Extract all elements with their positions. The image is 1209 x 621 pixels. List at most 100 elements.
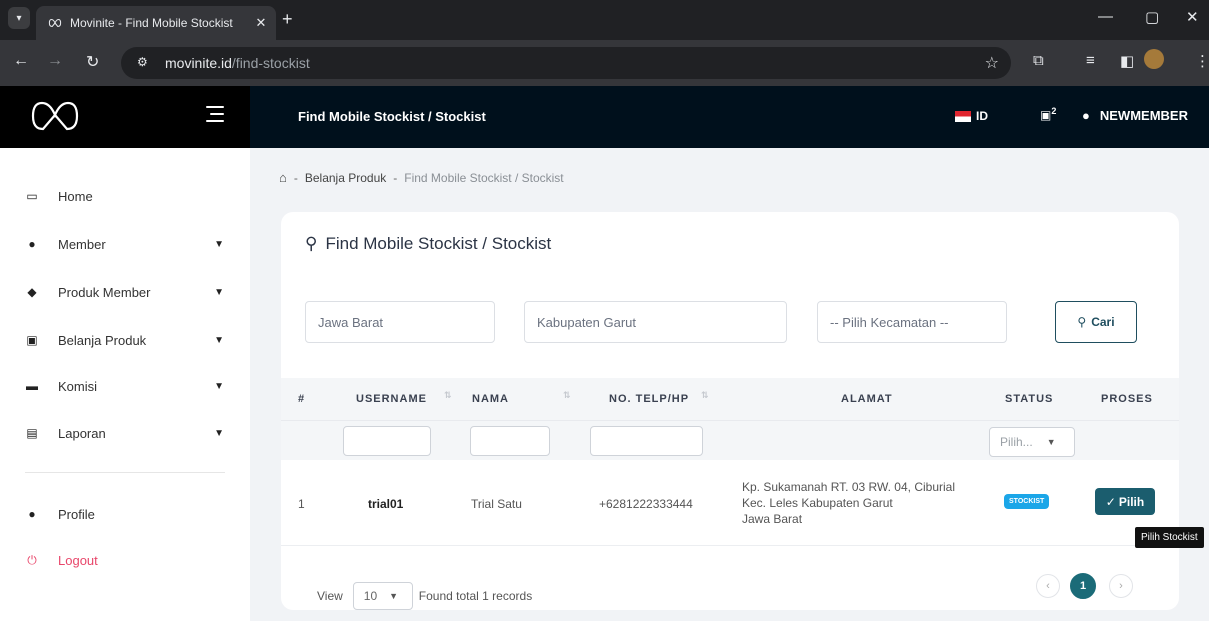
user-icon: ● (28, 507, 36, 521)
province-select[interactable]: Jawa Barat (305, 301, 495, 343)
cart-button[interactable]: ▣2 (1040, 106, 1056, 122)
column-header-nama[interactable]: NAMA (472, 393, 509, 405)
reading-list-icon[interactable]: ≡ (1086, 52, 1095, 69)
new-tab-button[interactable]: + (282, 9, 293, 30)
status-filter-value: Pilih... (1000, 435, 1033, 449)
top-navbar: Find Mobile Stockist / Stockist ID ▣2 ● N… (250, 86, 1209, 148)
minimize-button[interactable]: — (1098, 8, 1113, 25)
tab-search-button[interactable]: ▾ (8, 7, 30, 29)
page-button-current[interactable]: 1 (1070, 573, 1096, 599)
chevron-down-icon: ▼ (214, 238, 224, 250)
page-size-value: 10 (363, 589, 378, 603)
search-button[interactable]: ⚲ Cari (1055, 301, 1137, 343)
cell-nama: Trial Satu (471, 497, 522, 511)
cart-icon: ▣ (1040, 108, 1052, 122)
column-header-telp[interactable]: NO. TELP/HP (609, 393, 689, 405)
sidebar-item-laporan[interactable]: ▤ Laporan ▼ (0, 413, 250, 453)
chevron-down-icon: ▼ (389, 591, 399, 601)
page-size-select[interactable]: 10 ▼ (352, 582, 413, 610)
user-icon: ● (28, 237, 36, 251)
prev-page-button[interactable]: ‹ (1036, 574, 1060, 598)
sidebar-item-komisi[interactable]: ▬ Komisi ▼ (0, 366, 250, 406)
back-icon[interactable]: ← (13, 52, 29, 70)
chevron-down-icon: ▼ (1046, 437, 1056, 447)
cell-no: 1 (298, 497, 305, 511)
tab-title: Movinite - Find Mobile Stockist (70, 16, 233, 30)
reload-icon[interactable]: ↻ (86, 52, 99, 72)
telp-filter-input[interactable] (590, 426, 703, 456)
stockist-card: ⚲ Find Mobile Stockist / Stockist Jawa B… (281, 212, 1179, 610)
sort-icon[interactable]: ⇅ (563, 390, 572, 401)
search-icon: ⚲ (1077, 315, 1087, 329)
movinite-favicon-icon (48, 18, 62, 28)
table-header: # USERNAME ⇅ NAMA ⇅ NO. TELP/HP ⇅ ALAMAT… (281, 378, 1179, 420)
status-filter-select[interactable]: Pilih... ▼ (989, 427, 1075, 457)
monitor-icon: ▭ (26, 189, 38, 203)
url-text: movinite.id/find-stockist (165, 55, 310, 71)
extensions-icon[interactable]: ⧉ (1033, 52, 1044, 69)
sidebar-item-profile[interactable]: ● Profile (0, 494, 250, 534)
language-selector[interactable]: ID (955, 109, 988, 123)
sidebar-item-member[interactable]: ● Member ▼ (0, 224, 250, 264)
pilih-button[interactable]: ✓ Pilih (1095, 488, 1155, 515)
sidebar-item-label: Home (58, 188, 93, 204)
sidebar-item-label: Profile (58, 506, 95, 522)
sidebar-divider (25, 472, 225, 473)
check-icon: ✓ (1105, 494, 1116, 509)
profile-avatar[interactable] (1144, 49, 1164, 69)
sidebar-item-label: Member (58, 236, 106, 252)
restore-button[interactable]: ▢ (1145, 8, 1159, 26)
view-label: View (317, 589, 343, 603)
next-page-button[interactable]: › (1109, 574, 1133, 598)
home-icon[interactable]: ⌂ (279, 170, 287, 185)
sidebar-item-label: Belanja Produk (58, 332, 147, 348)
indonesia-flag-icon (955, 110, 971, 122)
sort-icon[interactable]: ⇅ (444, 390, 453, 401)
browser-tab[interactable]: Movinite - Find Mobile Stockist ✕ (36, 6, 276, 40)
search-button-label: Cari (1091, 315, 1115, 329)
side-panel-icon[interactable]: ◧ (1120, 52, 1134, 70)
column-header-status: STATUS (1005, 393, 1054, 405)
sort-icon[interactable]: ⇅ (701, 390, 710, 401)
sidebar-item-home[interactable]: ▭ Home (0, 176, 250, 216)
district-select[interactable]: -- Pilih Kecamatan -- (817, 301, 1007, 343)
sidebar-header (0, 86, 250, 148)
site-info-icon[interactable]: ⚙ (137, 55, 148, 69)
records-count: Found total 1 records (418, 589, 533, 603)
chevron-down-icon: ▼ (214, 427, 224, 439)
page-title: Find Mobile Stockist / Stockist (298, 109, 486, 124)
tab-close-icon[interactable]: ✕ (252, 15, 270, 31)
menu-toggle-icon[interactable] (206, 106, 224, 127)
city-select[interactable]: Kabupaten Garut (524, 301, 787, 343)
user-icon: ● (1082, 108, 1090, 123)
card-title-text: Find Mobile Stockist / Stockist (325, 234, 552, 253)
language-label: ID (976, 109, 988, 123)
sidebar-item-produk-member[interactable]: ◆ Produk Member ▼ (0, 272, 250, 312)
username-filter-input[interactable] (343, 426, 431, 456)
sidebar: ▭ Home ● Member ▼ ◆ Produk Member ▼ ▣ Be… (0, 148, 250, 621)
breadcrumb-parent[interactable]: Belanja Produk (305, 171, 386, 185)
pilih-button-label: Pilih (1118, 494, 1145, 509)
box-icon: ▣ (26, 333, 38, 347)
sidebar-item-logout[interactable]: ⏻ Logout (0, 540, 250, 580)
power-icon: ⏻ (27, 552, 37, 567)
cart-count: 2 (1051, 106, 1057, 116)
alamat-line: Kec. Leles Kabupaten Garut (742, 496, 893, 510)
table-filter-row: Pilih... ▼ (281, 420, 1179, 460)
breadcrumb-current: Find Mobile Stockist / Stockist (404, 170, 564, 185)
bookmark-star-icon[interactable]: ☆ (985, 53, 999, 73)
user-menu[interactable]: ● NEWMEMBER (1082, 108, 1188, 123)
report-icon: ▤ (26, 426, 38, 440)
column-header-username[interactable]: USERNAME (356, 393, 427, 405)
nama-filter-input[interactable] (470, 426, 550, 456)
column-header-no: # (298, 393, 306, 405)
address-bar[interactable]: ⚙ movinite.id/find-stockist ☆ (121, 47, 1011, 79)
sidebar-item-label: Produk Member (58, 284, 151, 300)
sidebar-item-belanja-produk[interactable]: ▣ Belanja Produk ▼ (0, 320, 250, 360)
browser-tab-bar: ▾ Movinite - Find Mobile Stockist ✕ + — … (0, 0, 1209, 40)
chevron-down-icon: ▼ (214, 334, 224, 346)
forward-icon[interactable]: → (47, 52, 63, 70)
breadcrumb-separator: - (393, 170, 398, 185)
browser-menu-icon[interactable]: ⋮ (1195, 52, 1209, 70)
close-window-button[interactable]: ✕ (1186, 8, 1199, 26)
